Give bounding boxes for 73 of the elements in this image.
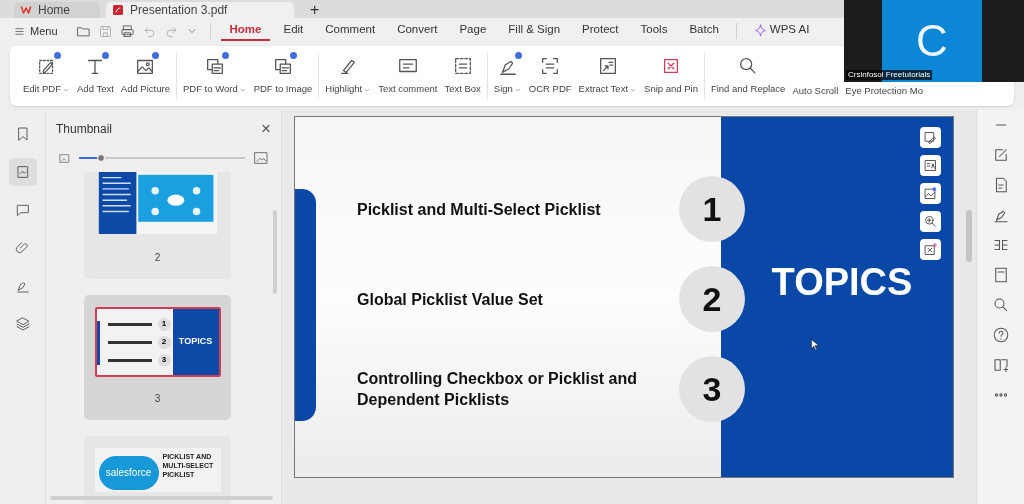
scrollbar[interactable] — [966, 210, 972, 262]
toolbar-button[interactable]: Highlight — [322, 55, 375, 97]
close-button[interactable]: × — [261, 121, 271, 137]
comment-icon — [14, 202, 31, 218]
toolbar-button[interactable]: OCR PDF — [525, 55, 575, 97]
ribbon-tab[interactable]: Edit — [274, 21, 313, 41]
search-icon[interactable] — [991, 296, 1010, 314]
layers-icon — [14, 316, 31, 332]
topic-text: Picklist and Multi-Select Picklist — [357, 199, 602, 220]
document-tab[interactable]: Presentation 3.pdf — [106, 2, 294, 18]
ribbon-tab[interactable]: Page — [450, 21, 496, 41]
number-marker: 2 — [157, 335, 171, 349]
toolbar-button[interactable]: Edit PDF — [20, 55, 73, 97]
toolbar-button[interactable]: Extract Text — [575, 55, 641, 97]
image-tool-button[interactable] — [920, 183, 941, 204]
menu-button[interactable]: Menu — [14, 22, 58, 40]
toolbar-button[interactable]: Add Text — [74, 55, 117, 97]
toolbar-button[interactable]: Sign — [490, 55, 525, 97]
ribbon-tab[interactable]: Fill & Sign — [499, 21, 570, 41]
ribbon-tab[interactable]: WPS AI — [744, 21, 819, 41]
ribbon-tab[interactable]: Convert — [388, 21, 447, 41]
page-thumbnail[interactable]: 2 — [84, 172, 231, 279]
paperclip-icon — [14, 240, 31, 256]
image-tool-button[interactable] — [920, 239, 941, 260]
edit-image-icon — [923, 130, 938, 145]
ribbon-tab[interactable]: Home — [220, 21, 271, 41]
ribbon-tab[interactable]: Protect — [573, 21, 628, 41]
page-number: 3 — [154, 392, 161, 406]
w-logo-icon — [20, 4, 32, 16]
avatar-initial: C — [916, 19, 948, 63]
toolbar-button[interactable]: Find and Replace — [707, 55, 789, 97]
book-icon[interactable] — [991, 356, 1010, 374]
toolbar-button[interactable]: Add Picture — [117, 55, 173, 97]
ribbon-tab[interactable]: Batch — [680, 21, 728, 41]
participant-name: Crsinfosol Freetutorials — [846, 70, 933, 80]
large-image-icon[interactable] — [253, 150, 269, 166]
new-tab-button[interactable]: + — [310, 2, 320, 18]
image-text-icon — [923, 158, 938, 173]
ribbon-tab[interactable]: Comment — [316, 21, 385, 41]
slide-title: TOPICS — [178, 335, 213, 349]
sidebar-tab[interactable] — [8, 158, 37, 186]
page-number: 2 — [154, 251, 161, 265]
topic-text: Controlling Checkbox or Picklist and Dependent Picklists — [357, 369, 639, 410]
toolbar-button[interactable]: Eye Protection Mo — [842, 83, 926, 98]
print-icon[interactable] — [119, 23, 135, 39]
panel-title: Thumbnail — [56, 121, 113, 138]
help-icon[interactable] — [991, 326, 1010, 344]
toolbar-button[interactable]: Snip and Pin — [641, 55, 701, 97]
cursor-icon — [808, 338, 822, 352]
remove-background-icon — [923, 242, 938, 257]
document-tab[interactable]: Home — [14, 2, 100, 18]
slider-thumb[interactable] — [96, 154, 105, 162]
pdf-icon — [112, 4, 124, 16]
toolbar-button[interactable]: PDF to Word — [179, 55, 250, 97]
image-tool-button[interactable] — [920, 155, 941, 176]
toolbar-button[interactable]: Text comment — [375, 55, 441, 97]
number-marker: 3 — [157, 353, 171, 367]
toolbar-button[interactable]: PDF to Image — [250, 55, 316, 97]
menu-icon — [14, 25, 25, 37]
page-thumbnail[interactable]: 1 2 3 TOPICS 3 — [84, 295, 231, 420]
number-marker: 1 — [157, 317, 171, 331]
toolbar-button[interactable]: Auto Scroll — [789, 83, 842, 98]
ribbon-tab[interactable]: Tools — [631, 21, 677, 41]
zoom-in-icon — [923, 214, 938, 229]
sparkle-icon — [753, 23, 767, 37]
image-edit-icon — [923, 186, 938, 201]
small-image-icon[interactable] — [58, 151, 71, 165]
slide-title: TOPICS — [771, 259, 913, 305]
logo-text: salesforce — [105, 468, 152, 478]
image-tool-button[interactable] — [920, 127, 941, 148]
topic-text: Global Picklist Value Set — [357, 289, 544, 310]
image-tool-button[interactable] — [920, 211, 941, 232]
toolbar-button[interactable]: Text Box — [441, 55, 484, 97]
